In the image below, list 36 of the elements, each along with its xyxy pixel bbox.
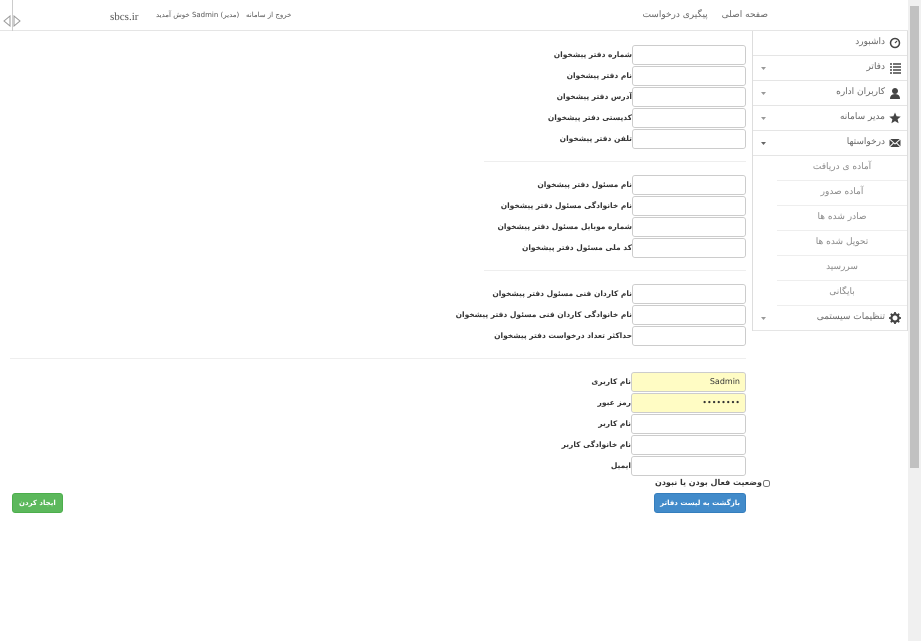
input-field[interactable]: [632, 304, 746, 324]
site-name[interactable]: sbcs.ir: [110, 9, 138, 26]
input-field[interactable]: [632, 86, 746, 106]
envelope-icon: [889, 137, 901, 149]
input-field[interactable]: [632, 216, 746, 236]
list-icon: [889, 62, 901, 74]
gear-icon: [889, 312, 901, 324]
input-field[interactable]: [632, 238, 746, 258]
input-field[interactable]: [632, 108, 746, 128]
input-field[interactable]: [632, 128, 746, 148]
panel-toggle-icon[interactable]: [2, 15, 22, 27]
input-field[interactable]: [632, 44, 746, 64]
nav-link[interactable]: پیگیری درخواست: [642, 9, 708, 22]
star-icon: [889, 112, 901, 124]
input-field[interactable]: [632, 326, 746, 346]
input-field[interactable]: [632, 196, 746, 216]
input-field[interactable]: Sadmin: [631, 372, 746, 392]
checkbox-label: وضعیت فعال بودن یا نبودن: [655, 477, 762, 489]
input-field[interactable]: [632, 284, 746, 304]
user-icon: [889, 87, 901, 99]
input-field[interactable]: [631, 414, 746, 434]
input-field[interactable]: [631, 456, 746, 476]
sidebar-item-label: داشبورد: [854, 36, 885, 50]
input-field[interactable]: [632, 174, 746, 194]
input-field[interactable]: ••••••••: [631, 392, 746, 412]
scrollbar[interactable]: [908, 0, 921, 641]
clock-icon: [889, 37, 901, 49]
sidebar-item-label: درخواستها: [846, 136, 885, 150]
sidebar-item-label: تنظیمات سیستمی: [816, 311, 885, 324]
sidebar-item-label: دفاتر: [865, 61, 885, 74]
input-field[interactable]: [632, 66, 746, 86]
sidebar-item-label: مدیر سامانه: [838, 111, 885, 124]
sidebar-item-label: کاربران اداره: [835, 86, 885, 100]
active-checkbox[interactable]: [762, 480, 770, 486]
nav-link[interactable]: صفحه اصلی: [722, 9, 768, 22]
input-field[interactable]: [631, 434, 746, 454]
